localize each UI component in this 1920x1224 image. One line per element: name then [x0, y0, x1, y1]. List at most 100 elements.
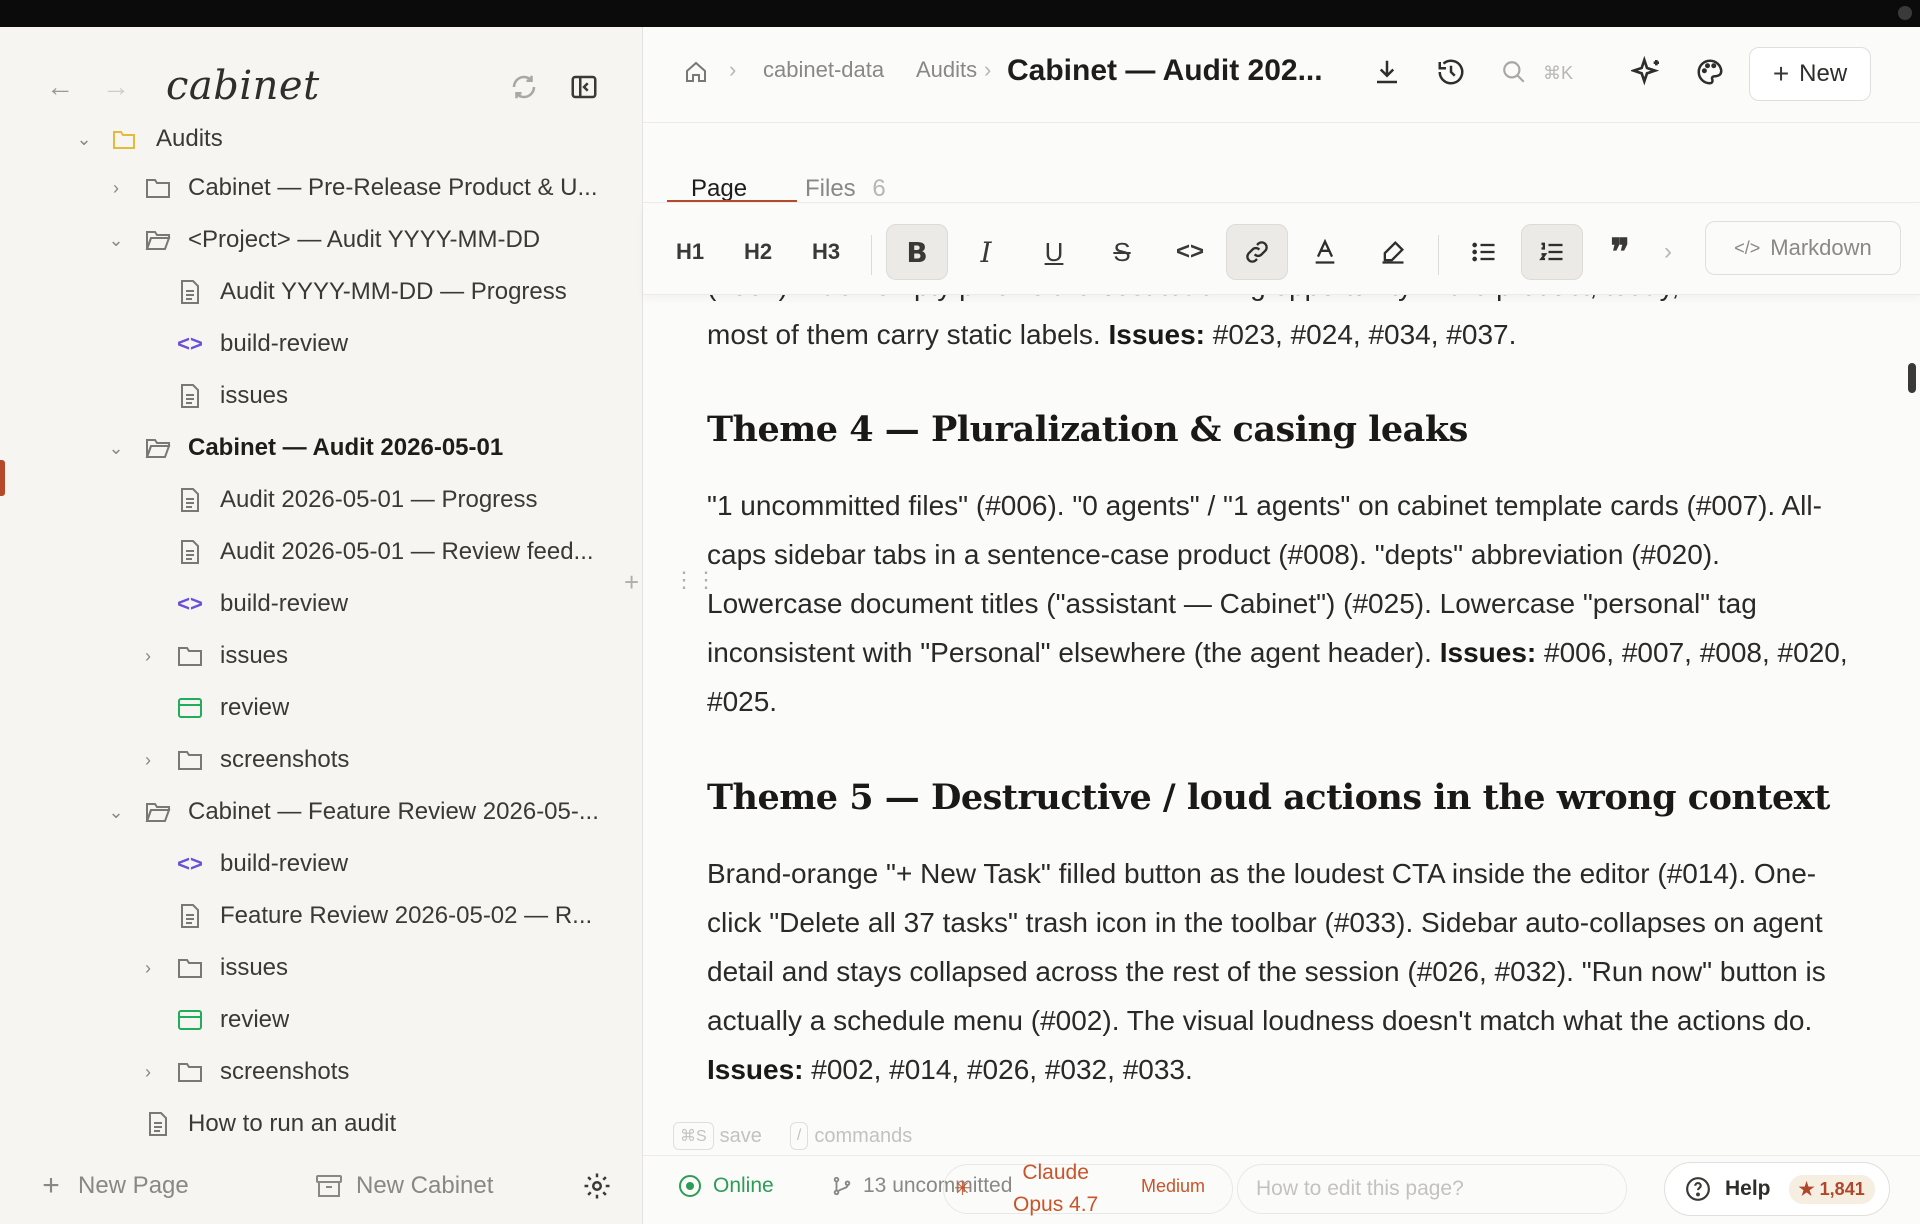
ask-input[interactable]: How to edit this page?: [1237, 1164, 1627, 1214]
tree-row[interactable]: Audit YYYY-MM-DD — Progress: [0, 266, 642, 318]
paragraph-text: Brand-orange "+ New Task" filled button …: [707, 858, 1826, 1036]
online-status: Online: [679, 1174, 774, 1198]
breadcrumb-separator: ›: [729, 57, 737, 82]
new-page-label: New Page: [78, 1172, 189, 1199]
new-button[interactable]: + New: [1749, 47, 1871, 101]
settings-gear-icon[interactable]: [582, 1171, 612, 1201]
download-icon[interactable]: [1364, 49, 1410, 95]
forward-arrow-icon[interactable]: →: [96, 67, 136, 107]
document-icon: [176, 486, 204, 514]
chevron-right-icon[interactable]: ›: [136, 1060, 160, 1084]
more-tools-chevron-icon[interactable]: ›: [1653, 224, 1683, 280]
save-shortcut-key: ⌘S: [673, 1122, 714, 1150]
strikethrough-icon[interactable]: S: [1091, 224, 1153, 280]
chevron-down-icon[interactable]: ⌄: [104, 800, 128, 824]
github-stars-badge[interactable]: ★ 1,841: [1788, 1174, 1875, 1204]
markdown-label: Markdown: [1770, 235, 1872, 260]
bullet-list-icon[interactable]: [1453, 224, 1515, 280]
chevron-right-icon[interactable]: ›: [136, 748, 160, 772]
effort-level[interactable]: Medium: [1141, 1176, 1205, 1197]
tree-row[interactable]: How to run an audit: [0, 1098, 642, 1150]
back-arrow-icon[interactable]: ←: [40, 67, 80, 107]
tree-row[interactable]: Audit 2026-05-01 — Review feed...: [0, 526, 642, 578]
issues-list: #002, #014, #026, #032,: [811, 1054, 1115, 1085]
quote-icon[interactable]: ❞: [1589, 224, 1651, 280]
home-icon[interactable]: [673, 49, 719, 95]
new-cabinet-label: New Cabinet: [356, 1172, 494, 1199]
breadcrumb-item[interactable]: cabinet-data: [763, 57, 884, 83]
tree-row-label: review: [220, 694, 290, 721]
chevron-right-icon[interactable]: ›: [104, 176, 128, 200]
tree-row[interactable]: › screenshots: [0, 1046, 642, 1098]
tabs-divider: [643, 202, 1920, 203]
tree-row[interactable]: › Cabinet — Pre-Release Product & U...: [0, 162, 642, 214]
highlight-icon[interactable]: [1362, 224, 1424, 280]
new-page-button[interactable]: + New Page: [36, 1169, 189, 1202]
camera-indicator: [1898, 6, 1912, 20]
tree-row[interactable]: Audit 2026-05-01 — Progress: [0, 474, 642, 526]
tree-row-label: build-review: [220, 330, 349, 357]
tab-files[interactable]: Files 6: [805, 175, 886, 203]
collapse-sidebar-icon[interactable]: [560, 63, 608, 111]
breadcrumb-item[interactable]: Audits: [916, 57, 977, 83]
text-color-icon[interactable]: [1294, 224, 1356, 280]
tree-row[interactable]: › issues: [0, 630, 642, 682]
chevron-down-icon[interactable]: ⌄: [104, 228, 128, 252]
toolbar-divider: [871, 235, 872, 275]
underline-icon[interactable]: U: [1023, 224, 1085, 280]
link-icon[interactable]: [1226, 224, 1288, 280]
tree-row[interactable]: Feature Review 2026-05-02 — R...: [0, 890, 642, 942]
tree-row-label: screenshots: [220, 1058, 350, 1085]
document-content[interactable]: (#037). Each empty pixel is the best tea…: [707, 295, 1867, 1135]
issues-label: Issues:: [1439, 637, 1537, 668]
tree-row[interactable]: issues: [0, 370, 642, 422]
refresh-icon[interactable]: [500, 63, 548, 111]
tree-row-audits[interactable]: ⌄ Audits: [0, 113, 642, 165]
model-name-line2: Opus 4.7: [1013, 1193, 1099, 1216]
tree-row-label: build-review: [220, 850, 349, 877]
commands-shortcut-key: /: [789, 1122, 809, 1150]
tree-row[interactable]: › screenshots: [0, 734, 642, 786]
chevron-down-icon[interactable]: ⌄: [72, 127, 96, 151]
add-child-icon[interactable]: +: [624, 567, 639, 598]
help-button[interactable]: Help ★ 1,841: [1664, 1162, 1890, 1216]
tree-row[interactable]: › issues: [0, 942, 642, 994]
folder-open-icon: [144, 434, 172, 462]
paragraph-text: most of them carry static labels.: [707, 319, 1101, 350]
bold-icon[interactable]: B: [886, 224, 948, 280]
tree-row[interactable]: review: [0, 994, 642, 1046]
paragraph-partial: (#037). Each empty pixel is the best tea…: [707, 295, 1867, 310]
numbered-list-icon[interactable]: [1521, 224, 1583, 280]
drag-handle-icon[interactable]: ⋮⋮: [673, 567, 717, 593]
search-icon[interactable]: [1491, 49, 1537, 95]
tree-row[interactable]: <> build-review: [0, 578, 642, 630]
chevron-right-icon[interactable]: ›: [136, 956, 160, 980]
tab-page[interactable]: Page: [691, 175, 747, 203]
plus-icon: +: [1772, 58, 1790, 89]
tree-row-label: Cabinet — Audit 2026-05-01: [188, 434, 504, 461]
scrollbar[interactable]: [1908, 363, 1916, 393]
tree-row-label: <Project> — Audit YYYY-MM-DD: [188, 226, 541, 253]
theme4-heading: Theme 4 — Pluralization & casing leaks: [707, 409, 1468, 450]
heading3-button[interactable]: H3: [795, 224, 857, 280]
tree-row[interactable]: ⌄ Cabinet — Feature Review 2026-05-...: [0, 786, 642, 838]
italic-icon[interactable]: I: [955, 224, 1017, 280]
heading1-button[interactable]: H1: [659, 224, 721, 280]
new-cabinet-button[interactable]: New Cabinet: [314, 1171, 493, 1201]
heading2-button[interactable]: H2: [727, 224, 789, 280]
tree-row-label: Audits: [156, 125, 223, 152]
chevron-down-icon[interactable]: ⌄: [104, 436, 128, 460]
ai-sparkle-icon[interactable]: [1624, 49, 1670, 95]
tree-row[interactable]: ⌄ <Project> — Audit YYYY-MM-DD: [0, 214, 642, 266]
palette-icon[interactable]: [1687, 49, 1733, 95]
help-label: Help: [1725, 1177, 1771, 1200]
tree-row[interactable]: review: [0, 682, 642, 734]
tree-row[interactable]: <> build-review: [0, 318, 642, 370]
history-icon[interactable]: [1428, 49, 1474, 95]
chevron-right-icon[interactable]: ›: [136, 644, 160, 668]
markdown-toggle-button[interactable]: </> Markdown: [1705, 221, 1901, 275]
tree-row[interactable]: <> build-review: [0, 838, 642, 890]
tree-row-active[interactable]: ⌄ Cabinet — Audit 2026-05-01: [0, 422, 642, 474]
code-icon[interactable]: <>: [1159, 224, 1221, 280]
window-top-bar: [0, 0, 1920, 27]
